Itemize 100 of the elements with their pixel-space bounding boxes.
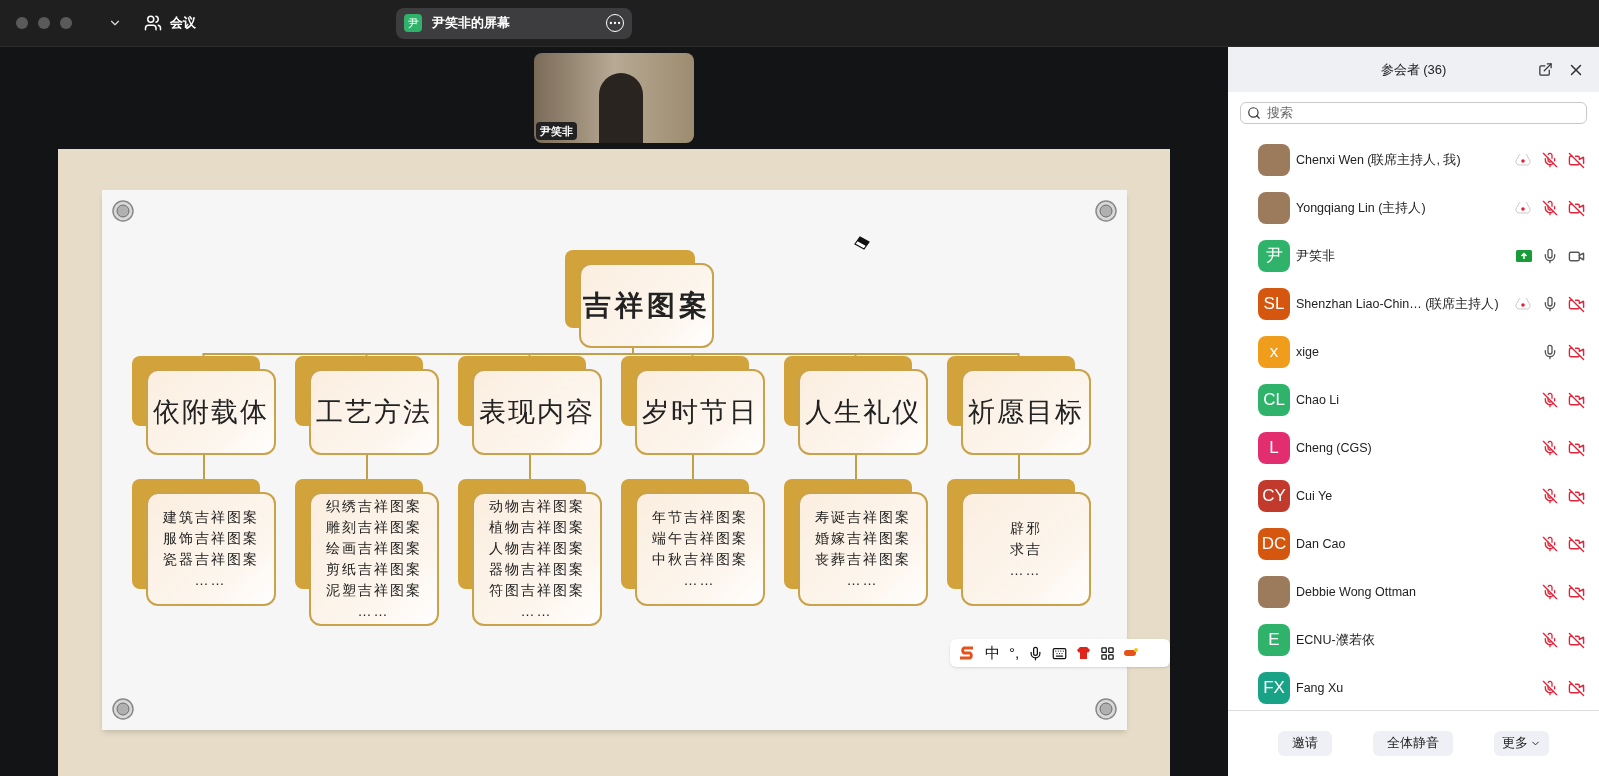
video-off-icon[interactable] <box>1568 631 1585 649</box>
microphone-icon[interactable] <box>1028 645 1044 661</box>
participant-name: 尹笑非 <box>1296 247 1336 265</box>
video-off-icon[interactable] <box>1568 535 1585 553</box>
participant-row[interactable]: Debbie Wong Ottman <box>1228 568 1599 616</box>
video-off-icon[interactable] <box>1568 151 1585 169</box>
panel-button[interactable]: 全体静音 <box>1373 731 1453 756</box>
video-off-icon[interactable] <box>1568 583 1585 601</box>
category-card: 人生礼仪 <box>797 369 928 455</box>
screw-icon <box>1095 200 1117 222</box>
mic-icon[interactable] <box>1542 296 1558 312</box>
mic-muted-icon[interactable] <box>1542 200 1558 216</box>
participant-row[interactable]: DC Dan Cao <box>1228 520 1599 568</box>
search-field[interactable]: 搜索 <box>1240 102 1587 124</box>
avatar: CY <box>1258 480 1290 512</box>
keyboard-icon[interactable] <box>1052 645 1068 661</box>
participant-row[interactable]: L Cheng (CGS) <box>1228 424 1599 472</box>
mic-muted-icon[interactable] <box>1542 536 1558 552</box>
detail-card: 年节吉祥图案 端午吉祥图案 中秋吉祥图案 …… <box>634 492 765 606</box>
mic-icon[interactable] <box>1542 248 1558 264</box>
screw-icon <box>1095 698 1117 720</box>
participant-name: Debbie Wong Ottman <box>1296 583 1417 601</box>
participant-row[interactable]: x xige <box>1228 328 1599 376</box>
participant-name: xige <box>1296 343 1320 361</box>
window-minimize-button[interactable] <box>38 17 50 29</box>
cloud-record-icon <box>1514 298 1532 310</box>
mic-muted-icon[interactable] <box>1542 440 1558 456</box>
mic-muted-icon[interactable] <box>1542 632 1558 648</box>
participant-name: Yongqiang Lin (主持人) <box>1296 199 1427 217</box>
detail-card: 寿诞吉祥图案 婚嫁吉祥图案 丧葬吉祥图案 …… <box>797 492 928 606</box>
participant-name: ECNU-濮若依 <box>1296 631 1376 649</box>
participant-row[interactable]: E ECNU-濮若依 <box>1228 616 1599 664</box>
participant-row[interactable]: Yongqiang Lin (主持人) <box>1228 184 1599 232</box>
connector-line <box>527 455 532 479</box>
video-off-icon[interactable] <box>1568 439 1585 457</box>
avatar-photo <box>1258 576 1290 608</box>
avatar: SL <box>1258 288 1290 320</box>
tool-icon[interactable] <box>1124 648 1139 658</box>
mic-muted-icon[interactable] <box>1542 152 1558 168</box>
participant-row[interactable]: 尹 尹笑非 <box>1228 232 1599 280</box>
connector-line <box>853 455 858 479</box>
avatar: FX <box>1258 672 1290 704</box>
video-person-silhouette <box>599 73 643 143</box>
share-screen-icon <box>1516 250 1532 262</box>
grid-icon[interactable] <box>1100 645 1116 661</box>
people-icon <box>144 14 162 32</box>
video-off-icon[interactable] <box>1568 199 1585 217</box>
video-off-icon[interactable] <box>1568 295 1585 313</box>
avatar: DC <box>1258 528 1290 560</box>
mic-icon[interactable] <box>1542 344 1558 360</box>
participant-row[interactable]: Chenxi Wen (联席主持人, 我) <box>1228 136 1599 184</box>
participant-row[interactable]: SL Shenzhan Liao-Chin… (联席主持人) <box>1228 280 1599 328</box>
participant-row[interactable]: FX Fang Xu <box>1228 664 1599 710</box>
video-off-icon[interactable] <box>1568 679 1585 697</box>
window-zoom-button[interactable] <box>60 17 72 29</box>
sharer-avatar: 尹 <box>404 14 422 32</box>
mic-muted-icon[interactable] <box>1542 392 1558 408</box>
video-off-icon[interactable] <box>1568 343 1585 361</box>
more-button[interactable]: 更多 <box>1493 731 1549 756</box>
panel-title: 参会者 (36) <box>1380 60 1447 79</box>
participant-name: Chenxi Wen (联席主持人, 我) <box>1296 151 1462 169</box>
participant-name: Fang Xu <box>1296 679 1345 697</box>
detail-card: 织绣吉祥图案 雕刻吉祥图案 绘画吉祥图案 剪纸吉祥图案 泥塑吉祥图案 …… <box>308 492 439 626</box>
window-close-button[interactable] <box>16 17 28 29</box>
category-card: 依附载体 <box>145 369 276 455</box>
screw-icon <box>112 698 134 720</box>
video-name-label: 尹笑非 <box>536 121 577 140</box>
mic-muted-icon[interactable] <box>1542 488 1558 504</box>
participant-name: Cheng (CGS) <box>1296 439 1373 457</box>
participant-row[interactable]: CY Cui Ye <box>1228 472 1599 520</box>
participant-name: Cui Ye <box>1296 487 1334 505</box>
participant-row[interactable]: CL Chao Li <box>1228 376 1599 424</box>
participant-name: Dan Cao <box>1296 535 1347 553</box>
pop-out-icon[interactable] <box>1538 62 1553 77</box>
meeting-label: 会议 <box>170 14 196 33</box>
detail-card: 建筑吉祥图案 服饰吉祥图案 瓷器吉祥图案 …… <box>145 492 276 606</box>
category-card: 工艺方法 <box>308 369 439 455</box>
ime-logo-icon[interactable] <box>958 646 976 660</box>
ime-mode[interactable]: 中 <box>985 641 1000 665</box>
participant-name: Shenzhan Liao-Chin… (联席主持人) <box>1296 295 1500 313</box>
mic-muted-icon[interactable] <box>1542 584 1558 600</box>
avatar: E <box>1258 624 1290 656</box>
mic-muted-icon[interactable] <box>1542 680 1558 696</box>
category-card: 岁时节日 <box>634 369 765 455</box>
shirt-icon[interactable] <box>1076 646 1092 660</box>
search-input[interactable]: 搜索 <box>1267 103 1580 123</box>
share-tab[interactable]: 尹 尹笑非的屏幕 <box>396 7 632 39</box>
connector-line <box>1016 455 1021 479</box>
avatar: x <box>1258 336 1290 368</box>
category-card: 表现内容 <box>471 369 602 455</box>
connector-line <box>201 455 206 479</box>
avatar: CL <box>1258 384 1290 416</box>
screw-icon <box>112 200 134 222</box>
panel-button[interactable]: 邀请 <box>1278 731 1333 756</box>
video-off-icon[interactable] <box>1568 487 1585 505</box>
avatar-photo <box>1258 144 1290 176</box>
video-off-icon[interactable] <box>1568 391 1585 409</box>
cloud-record-icon <box>1514 154 1532 166</box>
share-title: 尹笑非的屏幕 <box>432 14 511 33</box>
ime-punctuation[interactable]: °, <box>1009 641 1020 665</box>
